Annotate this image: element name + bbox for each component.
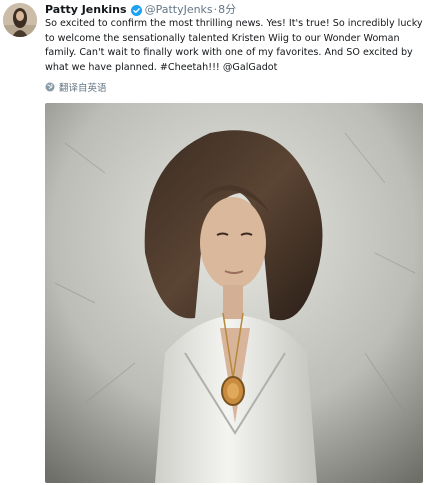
user-handle[interactable]: @PattyJenks [145, 2, 213, 18]
tweet-photo[interactable] [45, 103, 423, 483]
photo-image [45, 103, 423, 483]
globe-icon [45, 82, 55, 92]
timestamp[interactable]: 8分 [218, 2, 236, 18]
avatar[interactable] [3, 3, 37, 37]
tweet-header: Patty Jenkins @PattyJenks · 8分 [45, 2, 236, 18]
verified-badge-icon [130, 4, 142, 16]
separator-dot: · [213, 3, 218, 16]
tweet-text: So excited to confirm the most thrilling… [45, 18, 423, 73]
avatar-image [3, 3, 37, 37]
translate-label: 翻译自英语 [59, 83, 107, 94]
translate-link[interactable]: 翻译自英语 [45, 80, 107, 94]
display-name[interactable]: Patty Jenkins [45, 2, 127, 18]
tweet-card: Patty Jenkins @PattyJenks · 8分 So excite… [0, 0, 426, 485]
